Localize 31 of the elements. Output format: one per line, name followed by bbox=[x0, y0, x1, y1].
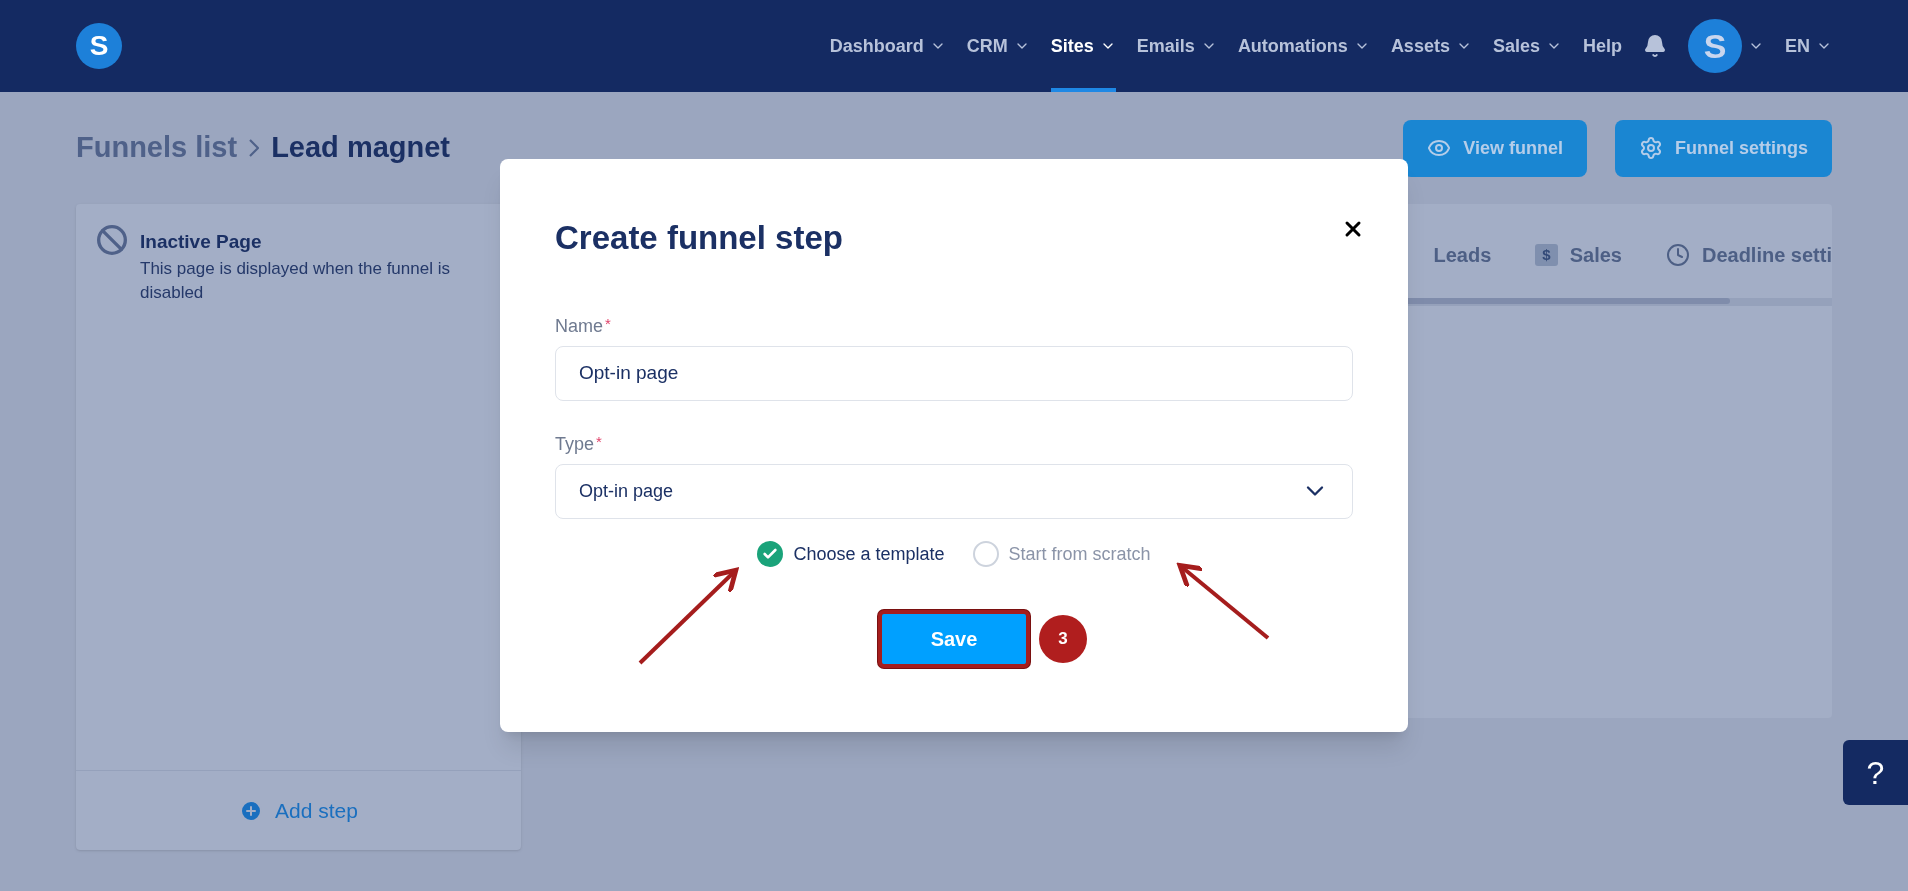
settings-icon bbox=[1639, 136, 1663, 160]
step-title: Inactive Page bbox=[140, 230, 263, 254]
nav-item[interactable]: Dashboard bbox=[829, 0, 946, 92]
language-selector[interactable]: EN bbox=[1785, 32, 1810, 60]
radio-option[interactable]: Choose a template bbox=[757, 540, 945, 568]
required-mark: * bbox=[596, 431, 602, 452]
page-title: Lead magnet bbox=[271, 130, 450, 166]
logo[interactable]: S bbox=[76, 23, 122, 69]
disabled-icon bbox=[96, 224, 128, 256]
nav-item[interactable]: Automations bbox=[1237, 0, 1370, 92]
nav-item[interactable]: Assets bbox=[1390, 0, 1472, 92]
name-field[interactable]: Opt-in page bbox=[555, 345, 1353, 401]
field-label: Name bbox=[555, 314, 603, 338]
step-badge: 3 bbox=[1039, 614, 1087, 663]
nav-item[interactable]: Emails bbox=[1136, 0, 1217, 92]
nav-item[interactable]: CRM bbox=[966, 0, 1030, 92]
step-item[interactable]: Inactive Page This page is displayed when the funnel is disabled bbox=[96, 224, 521, 305]
field-label: Type bbox=[555, 432, 595, 456]
check-icon bbox=[762, 546, 779, 562]
chevron-right-icon bbox=[249, 139, 260, 157]
step-description: This page is displayed when the funnel is disabled bbox=[140, 257, 451, 304]
nav-item[interactable]: Help bbox=[1582, 0, 1622, 92]
required-mark: * bbox=[605, 313, 611, 334]
help-button[interactable]: ? bbox=[1843, 740, 1908, 805]
type-select[interactable]: Opt-in page bbox=[555, 463, 1353, 519]
dollar-icon: $ bbox=[1535, 243, 1558, 267]
nav-item[interactable]: Sites bbox=[1050, 0, 1116, 92]
bell-icon[interactable] bbox=[1643, 34, 1667, 58]
nav-item[interactable]: Sales bbox=[1492, 0, 1562, 92]
modal-title: Create funnel step bbox=[555, 218, 843, 258]
clock-icon bbox=[1665, 243, 1690, 267]
